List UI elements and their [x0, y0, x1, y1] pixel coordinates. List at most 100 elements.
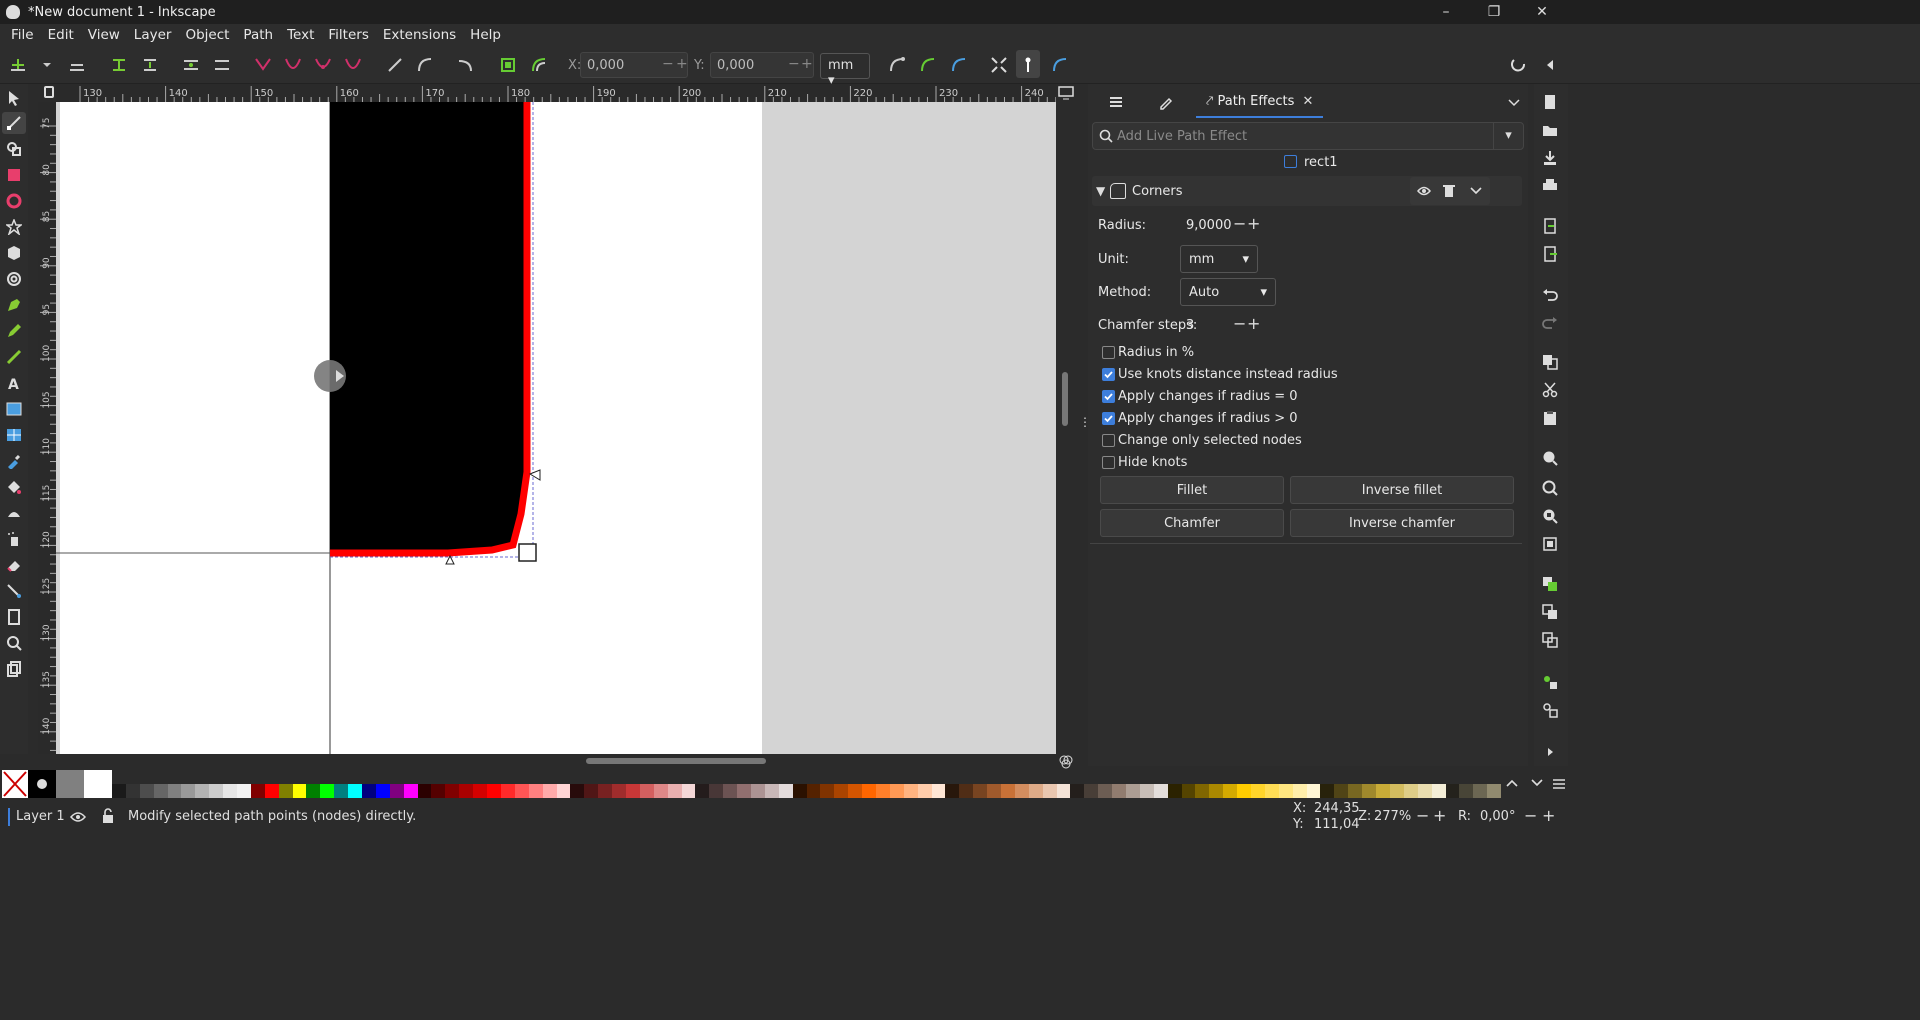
color-swatch[interactable] [1473, 784, 1488, 798]
color-swatch[interactable] [389, 784, 404, 798]
rotate-cw-icon[interactable]: + [1542, 806, 1555, 825]
y-decrement-icon[interactable]: − [788, 56, 800, 72]
delete-effect-icon[interactable] [1443, 184, 1455, 198]
color-swatch[interactable] [514, 784, 529, 798]
black-swatch[interactable] [28, 770, 56, 798]
canvas[interactable] [56, 102, 1056, 754]
color-swatch[interactable] [528, 784, 543, 798]
color-swatch[interactable] [250, 784, 265, 798]
show-handles-icon[interactable] [888, 56, 906, 74]
radius-decrement-icon[interactable]: − [1233, 214, 1246, 233]
color-swatch[interactable] [1014, 784, 1029, 798]
layer-lock-icon[interactable] [101, 808, 115, 824]
segment-curve-icon[interactable] [416, 56, 434, 74]
x-decrement-icon[interactable]: − [662, 56, 674, 72]
expand-commands-icon[interactable] [1542, 744, 1558, 760]
menu-edit[interactable]: Edit [41, 27, 81, 43]
color-swatch[interactable] [1098, 784, 1113, 798]
radius-input[interactable]: 9,0000 [1180, 213, 1234, 239]
color-swatch[interactable] [167, 784, 182, 798]
effect-menu-chevron-icon[interactable] [1469, 185, 1483, 197]
menu-file[interactable]: File [4, 27, 41, 43]
color-swatch[interactable] [209, 784, 224, 798]
object-to-path-icon[interactable] [499, 56, 517, 74]
apply-radius-positive-checkbox[interactable] [1102, 412, 1115, 425]
color-swatch[interactable] [445, 784, 460, 798]
menu-path[interactable]: Path [236, 27, 280, 43]
color-swatch[interactable] [1403, 784, 1418, 798]
inverse-chamfer-button[interactable]: Inverse chamfer [1290, 509, 1514, 537]
color-swatch[interactable] [459, 784, 474, 798]
color-swatch[interactable] [542, 784, 557, 798]
eraser-tool-icon[interactable] [6, 557, 22, 573]
copy-icon[interactable] [1542, 354, 1558, 370]
transform-handles-icon[interactable] [990, 56, 1008, 74]
calligraphy-tool-icon[interactable] [6, 349, 22, 365]
zoom-page-icon[interactable] [1542, 508, 1558, 524]
color-swatch[interactable] [1209, 784, 1224, 798]
color-swatch[interactable] [1001, 784, 1015, 798]
line-to-arc-icon[interactable] [456, 56, 474, 74]
mesh-tool-icon[interactable] [6, 427, 22, 443]
new-document-icon[interactable] [1542, 94, 1558, 110]
expand-arrow-icon[interactable]: ▼ [1096, 184, 1105, 198]
color-swatch[interactable] [1237, 784, 1252, 798]
color-swatch[interactable] [834, 784, 849, 798]
chamfer-increment-icon[interactable]: + [1247, 314, 1260, 333]
color-swatch[interactable] [639, 784, 654, 798]
color-swatch[interactable] [862, 784, 876, 798]
color-swatch[interactable] [1431, 784, 1446, 798]
close-tab-icon[interactable]: ✕ [1303, 94, 1314, 109]
color-swatch[interactable] [1181, 784, 1196, 798]
vertical-ruler[interactable]: 7580859095100105110115120125130135140145 [38, 102, 56, 754]
color-swatch[interactable] [1292, 784, 1307, 798]
snap-popover-icon[interactable] [1541, 56, 1559, 74]
dock-handle-icon[interactable]: ⋮ [1079, 416, 1091, 432]
chamfer-decrement-icon[interactable]: − [1233, 314, 1246, 333]
radius-increment-icon[interactable]: + [1247, 214, 1260, 233]
white-swatch[interactable] [84, 770, 112, 798]
paint-bucket-tool-icon[interactable] [6, 479, 22, 495]
color-swatch[interactable] [1320, 784, 1335, 798]
import-icon[interactable] [1542, 218, 1558, 234]
color-swatch[interactable] [1056, 784, 1071, 798]
color-swatch[interactable] [1223, 784, 1238, 798]
color-swatch[interactable] [625, 784, 640, 798]
color-swatch[interactable] [306, 784, 321, 798]
tab-path-effects[interactable]: ⤤ Path Effects ✕ [1196, 88, 1324, 118]
color-swatch[interactable] [292, 784, 307, 798]
color-management-icon[interactable] [1058, 754, 1074, 770]
color-swatch[interactable] [125, 784, 140, 798]
y-increment-icon[interactable]: + [801, 56, 813, 72]
color-swatch[interactable] [1334, 784, 1349, 798]
color-swatch[interactable] [848, 784, 863, 798]
join-segment-icon[interactable] [182, 56, 200, 74]
palette-scroll-up-icon[interactable] [1505, 776, 1519, 790]
spiral-tool-icon[interactable] [6, 271, 22, 287]
zoom-out-icon[interactable]: − [1416, 806, 1429, 825]
color-swatch[interactable] [1376, 784, 1390, 798]
path-effect-editor-icon[interactable] [1051, 56, 1069, 74]
color-swatch[interactable] [1278, 784, 1293, 798]
zoom-in-icon[interactable]: + [1433, 806, 1446, 825]
display-mode-icon[interactable] [1058, 86, 1074, 100]
color-swatch[interactable] [987, 784, 1001, 798]
color-swatch[interactable] [931, 784, 946, 798]
color-swatch[interactable] [264, 784, 279, 798]
layer-visibility-eye-icon[interactable] [70, 810, 86, 824]
color-swatch[interactable] [917, 784, 932, 798]
paste-icon[interactable] [1542, 410, 1558, 426]
color-swatch[interactable] [1264, 784, 1279, 798]
color-swatch[interactable] [737, 784, 751, 798]
color-swatch[interactable] [1042, 784, 1057, 798]
text-tool-icon[interactable]: A [6, 375, 22, 391]
rect1-shape[interactable] [330, 102, 527, 553]
color-swatch[interactable] [1362, 784, 1377, 798]
snap-toggle-icon[interactable] [1510, 56, 1528, 74]
color-swatch[interactable] [237, 784, 251, 798]
horizontal-ruler[interactable]: 130 140 150 160 170 180 190 200 210 220 230 240 [56, 84, 1056, 102]
shape-builder-tool-icon[interactable] [6, 141, 22, 157]
lpe-dropdown-icon[interactable]: ▾ [1493, 123, 1523, 149]
menu-layer[interactable]: Layer [127, 27, 179, 43]
color-swatch[interactable] [195, 784, 210, 798]
